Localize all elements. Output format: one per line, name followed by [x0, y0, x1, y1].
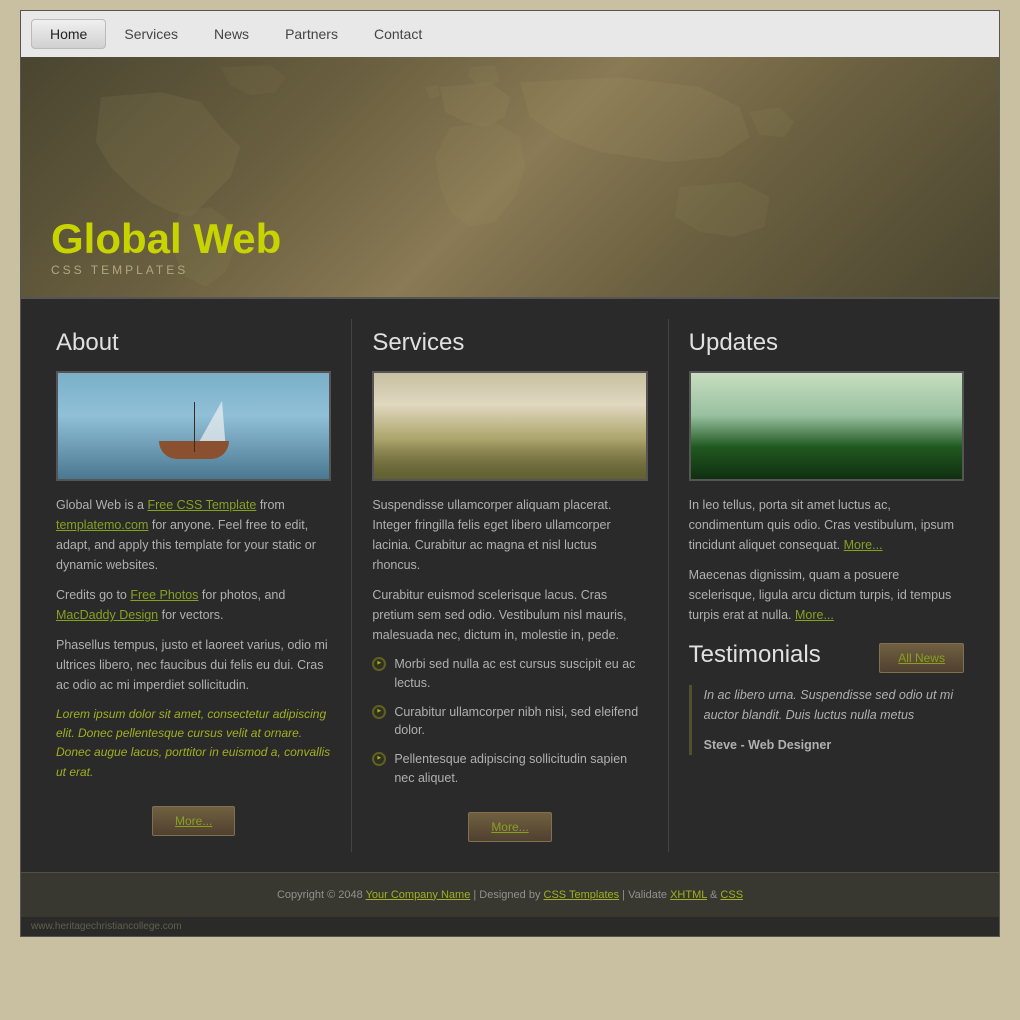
css-validate-link[interactable]: CSS	[720, 889, 743, 901]
forest-image	[691, 373, 962, 479]
footer: Copyright © 2048 Your Company Name | Des…	[21, 872, 999, 917]
company-link[interactable]: Your Company Name	[366, 889, 471, 901]
about-para2: Credits go to Free Photos for photos, an…	[56, 585, 331, 625]
macdaddy-link[interactable]: MacDaddy Design	[56, 608, 158, 622]
bullet-item-3: Pellentesque adipiscing sollicitudin sap…	[372, 750, 647, 788]
nav-partners[interactable]: Partners	[267, 20, 356, 48]
testimonial-author: Steve - Web Designer	[704, 735, 964, 755]
nav-news[interactable]: News	[196, 20, 267, 48]
all-news-button[interactable]: All News	[879, 643, 964, 673]
about-column: About Global Web is a Free CSS Template …	[36, 319, 352, 852]
updates-para1: In leo tellus, porta sit amet luctus ac,…	[689, 495, 964, 555]
nav-contact[interactable]: Contact	[356, 20, 440, 48]
updates-column: Updates In leo tellus, porta sit amet lu…	[669, 319, 984, 852]
validate-text: | Validate	[619, 889, 670, 901]
services-more-wrapper: More...	[372, 802, 647, 842]
bullet-item-2: Curabitur ullamcorper nibh nisi, sed ele…	[372, 703, 647, 741]
services-para2: Curabitur euismod scelerisque lacus. Cra…	[372, 585, 647, 645]
services-para1: Suspendisse ullamcorper aliquam placerat…	[372, 495, 647, 575]
about-para1: Global Web is a Free CSS Template from t…	[56, 495, 331, 575]
watermark: www.heritagechristiancollege.com	[21, 917, 999, 936]
bullet-text-2: Curabitur ullamcorper nibh nisi, sed ele…	[394, 703, 647, 741]
testimonial-text: In ac libero urna. Suspendisse sed odio …	[704, 685, 964, 725]
hero-title: Global Web CSS Templates	[51, 215, 281, 277]
about-more-wrapper: More...	[56, 796, 331, 836]
services-heading: Services	[372, 329, 647, 357]
services-image	[372, 371, 647, 481]
copyright-text: Copyright © 2048	[277, 889, 366, 901]
about-heading: About	[56, 329, 331, 357]
templatemo-link[interactable]: templatemo.com	[56, 518, 148, 532]
updates-more-link-2[interactable]: More...	[795, 608, 834, 622]
updates-more-link-1[interactable]: More...	[844, 538, 883, 552]
services-bullets: Morbi sed nulla ac est cursus suscipit e…	[372, 655, 647, 788]
free-photos-link[interactable]: Free Photos	[130, 588, 198, 602]
free-css-link[interactable]: Free CSS Template	[147, 498, 256, 512]
about-italic: Lorem ipsum dolor sit amet, consectetur …	[56, 705, 331, 782]
about-image	[56, 371, 331, 481]
bullet-item-1: Morbi sed nulla ac est cursus suscipit e…	[372, 655, 647, 693]
testimonial: In ac libero urna. Suspendisse sed odio …	[689, 685, 964, 755]
bullet-icon-3	[372, 752, 386, 766]
nav-home[interactable]: Home	[31, 19, 106, 49]
services-more-button[interactable]: More...	[468, 812, 551, 842]
boat-image	[58, 373, 329, 479]
about-para3: Phasellus tempus, justo et laoreet variu…	[56, 635, 331, 695]
bullet-icon-2	[372, 705, 386, 719]
hero-subtitle: CSS Templates	[51, 263, 281, 277]
nav-services[interactable]: Services	[106, 20, 196, 48]
hero-banner: Global Web CSS Templates	[21, 57, 999, 297]
designed-by-text: | Designed by	[470, 889, 543, 901]
updates-para2: Maecenas dignissim, quam a posuere scele…	[689, 565, 964, 625]
services-column: Services Suspendisse ullamcorper aliquam…	[352, 319, 668, 852]
updates-heading: Updates	[689, 329, 964, 357]
snow-image	[374, 373, 645, 479]
main-content: About Global Web is a Free CSS Template …	[21, 297, 999, 872]
hull-shape	[159, 441, 229, 459]
xhtml-link[interactable]: XHTML	[670, 889, 707, 901]
hero-title-highlight: Web	[193, 215, 281, 262]
updates-image	[689, 371, 964, 481]
hero-title-text: Global	[51, 215, 193, 262]
bullet-text-3: Pellentesque adipiscing sollicitudin sap…	[394, 750, 647, 788]
and-text: &	[707, 889, 720, 901]
bullet-icon-1	[372, 657, 386, 671]
about-more-button[interactable]: More...	[152, 806, 235, 836]
bullet-text-1: Morbi sed nulla ac est cursus suscipit e…	[394, 655, 647, 693]
navigation: Home Services News Partners Contact	[21, 11, 999, 57]
css-templates-link[interactable]: CSS Templates	[544, 889, 620, 901]
